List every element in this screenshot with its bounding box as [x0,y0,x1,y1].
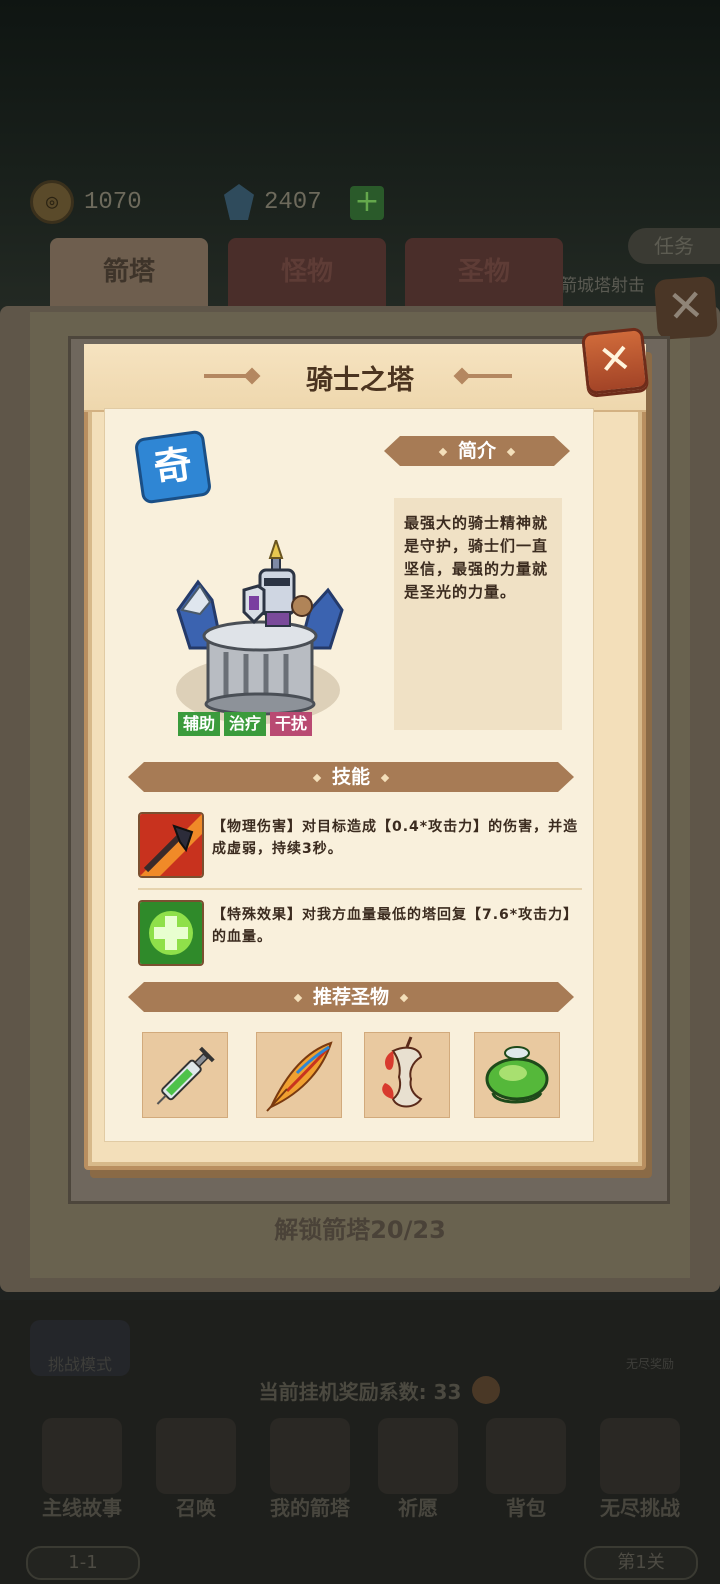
challenge-mode-button[interactable]: 挑战模式 [30,1320,130,1376]
skills-header-label: 技能 [331,766,370,788]
tower-tags: 辅助 治疗 干扰 [178,712,313,736]
intro-header: 简介 [384,436,570,466]
knight-tower-image [176,540,344,724]
skill-text: 【特殊效果】对我方血量最低的塔回复【7.6*攻击力】的血量。 [212,907,579,945]
nav-bag[interactable]: 背包 [470,1412,582,1532]
nav-label: 主线故事 [42,1496,122,1520]
nav-label: 我的箭塔 [270,1496,350,1520]
book-icon [42,1418,122,1494]
axe-fire-icon[interactable] [138,812,204,878]
task-button[interactable]: 任务 [628,228,720,264]
info-icon[interactable] [472,1376,500,1404]
nav-label: 召唤 [176,1496,216,1520]
idle-ratio-text: 当前挂机奖励系数: 33 [258,1380,462,1404]
tag-support: 辅助 [178,712,221,736]
relics-header: 推荐圣物 [128,982,574,1012]
tab-relics[interactable]: 圣物 [405,238,563,306]
relic-syringe[interactable] [142,1032,228,1118]
skill-text: 【物理伤害】对目标造成【0.4*攻击力】的伤害，并造成虚弱，持续3秒。 [212,819,579,857]
book-close-button[interactable]: ✕ [653,275,719,341]
heal-cross-icon[interactable] [138,900,204,966]
unlock-progress: 解锁箭塔20/23 [274,1216,446,1244]
syringe-icon [156,1046,215,1105]
wings-icon [600,1418,680,1494]
level-right: 第1关 [584,1546,698,1580]
relic-apple[interactable] [364,1032,450,1118]
add-gems-button[interactable]: + [350,186,384,220]
relic-ring[interactable] [474,1032,560,1118]
nav-endless[interactable]: 无尽挑战 [584,1412,696,1532]
gem-icon [224,184,254,220]
skill-divider [138,888,582,890]
skill-row-1: 【物理伤害】对目标造成【0.4*攻击力】的伤害，并造成虚弱，持续3秒。 [138,812,578,878]
gold-display: ◎ 1070 [30,180,142,224]
nav-label: 背包 [506,1496,546,1520]
rarity-badge: 奇 [133,429,213,505]
nav-main-story[interactable]: 主线故事 [26,1412,138,1532]
tag-disrupt: 干扰 [270,712,313,736]
gold-coin-icon: ◎ [30,180,74,224]
nav-summon[interactable]: 召唤 [140,1412,252,1532]
feather-icon [266,1041,333,1112]
gold-amount: 1070 [84,188,142,216]
green-ring-icon [485,1046,549,1104]
relics-header-label: 推荐圣物 [312,986,389,1008]
tab-monsters[interactable]: 怪物 [228,238,386,306]
gem-display: 2407 [224,180,322,224]
relic-feather[interactable] [256,1032,342,1118]
star-icon [378,1418,458,1494]
endless-reward-button[interactable]: 无尽奖励 [608,1316,692,1376]
knight-icon [270,1418,350,1494]
gem-amount: 2407 [264,188,322,216]
scroll-icon [156,1418,236,1494]
nav-my-towers[interactable]: 我的箭塔 [254,1412,366,1532]
tab-arrow-towers[interactable]: 箭塔 [50,238,208,306]
close-button[interactable]: ✕ [580,326,650,396]
skills-header: 技能 [128,762,574,792]
nav-label: 无尽挑战 [600,1496,680,1520]
nav-wish[interactable]: 祈愿 [362,1412,474,1532]
apple-core-icon [382,1036,423,1108]
nav-label: 祈愿 [398,1496,438,1520]
backpack-icon [486,1418,566,1494]
intro-text: 最强大的骑士精神就是守护，骑士们一直坚信，最强的力量就是圣光的力量。 [404,514,549,601]
level-left: 1-1 [26,1546,140,1580]
skill-row-2: 【特殊效果】对我方血量最低的塔回复【7.6*攻击力】的血量。 [138,900,578,966]
tag-heal: 治疗 [224,712,267,736]
intro-header-label: 简介 [457,440,496,462]
